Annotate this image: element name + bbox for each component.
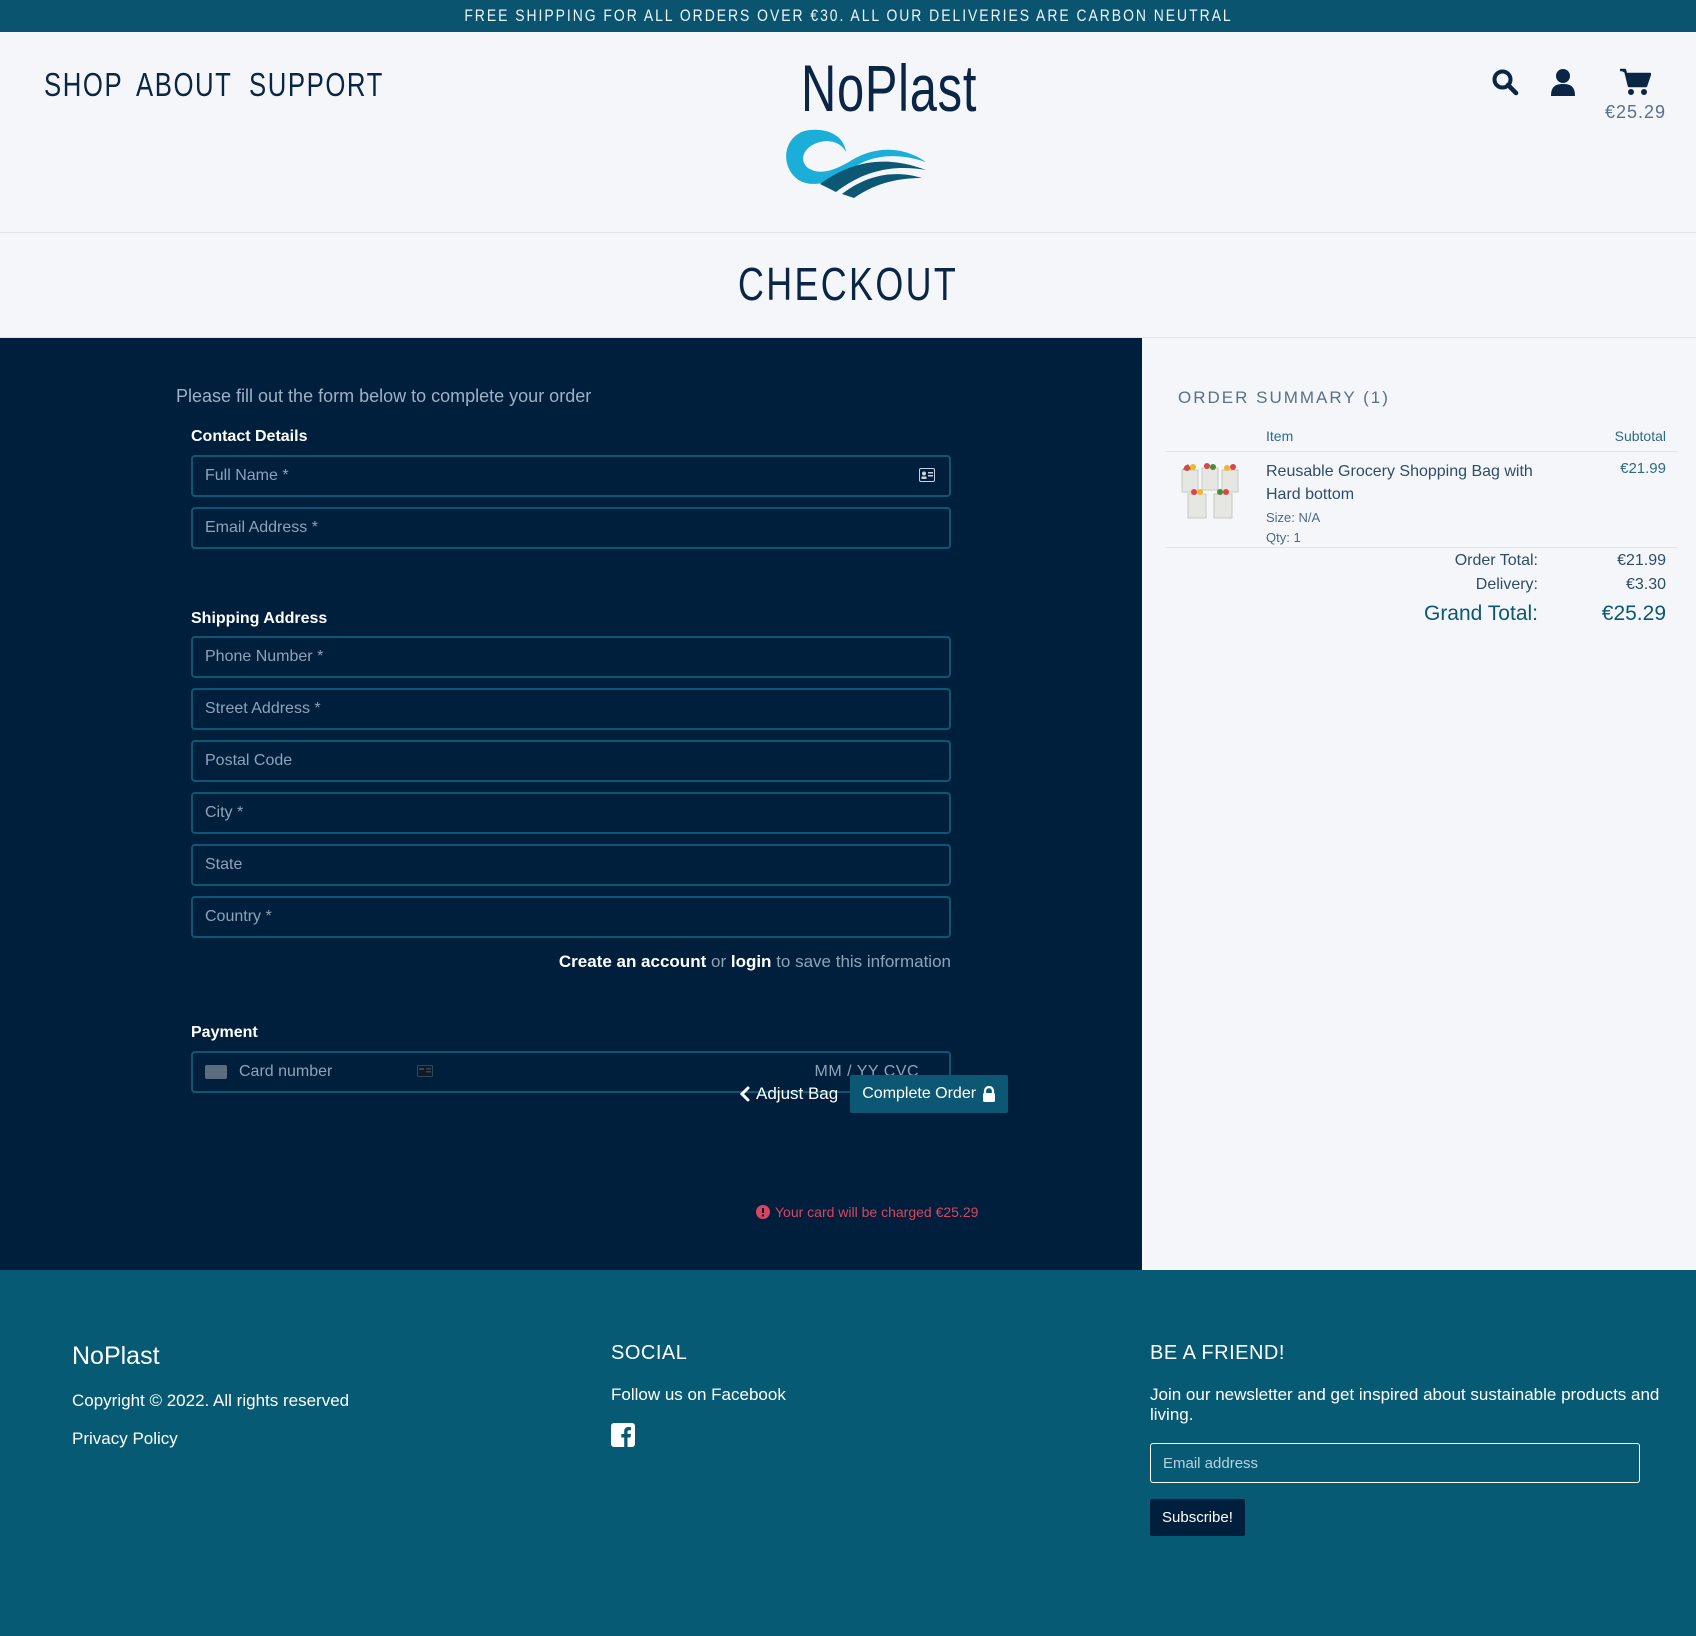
card-autofill-icon[interactable]: [417, 1065, 433, 1077]
site-logo[interactable]: NoPlast: [770, 50, 976, 198]
main-nav: SHOP ABOUT SUPPORT: [44, 66, 394, 104]
form-actions: Adjust Bag Complete Order: [740, 1075, 1009, 1113]
card-number[interactable]: Card number: [239, 1063, 332, 1081]
form-intro: Please fill out the form below to comple…: [176, 386, 592, 406]
nav-support[interactable]: SUPPORT: [249, 66, 384, 104]
complete-order-label: Complete Order: [862, 1085, 977, 1102]
shipping-address-label: Shipping Address: [191, 610, 328, 627]
item-size: Size: N/A: [1266, 510, 1321, 525]
product-thumbnail[interactable]: [1178, 456, 1242, 520]
header-icons: €25.29: [1489, 66, 1666, 123]
charge-note: Your card will be charged €25.29: [756, 1204, 978, 1220]
country-field[interactable]: [191, 896, 951, 938]
country-input[interactable]: [205, 908, 937, 926]
footer-social-title: SOCIAL: [611, 1342, 688, 1364]
phone-field[interactable]: [191, 636, 951, 678]
street-input[interactable]: [205, 700, 937, 718]
full-name-input[interactable]: [205, 467, 937, 485]
footer-copyright: Copyright © 2022. All rights reserved: [72, 1391, 350, 1410]
payment-label: Payment: [191, 1024, 258, 1041]
wave-logo-icon: [786, 129, 926, 198]
contact-details-label: Contact Details: [191, 428, 308, 445]
item-price: €21.99: [1620, 460, 1666, 477]
charge-note-text: Your card will be charged €25.29: [775, 1204, 979, 1220]
grand-total-row: Grand Total: €25.29: [1166, 602, 1678, 626]
order-summary-title: ORDER SUMMARY (1): [1178, 388, 1390, 407]
footer-social-text: Follow us on Facebook: [611, 1385, 786, 1404]
account-or: or: [710, 952, 727, 971]
adjust-bag-label: Adjust Bag: [756, 1084, 839, 1103]
order-total-row: Order Total: €21.99: [1166, 552, 1678, 576]
column-subtotal: Subtotal: [1614, 428, 1666, 444]
newsletter-email-input[interactable]: [1150, 1443, 1640, 1483]
cart-total: €25.29: [1604, 102, 1666, 122]
email-field[interactable]: [191, 507, 951, 549]
footer-newsletter-column: BE A FRIEND! Join our newsletter and get…: [1150, 1342, 1696, 1536]
delivery-value: €3.30: [1625, 576, 1666, 593]
postal-code-field[interactable]: [191, 740, 951, 782]
summary-header: Item Subtotal: [1166, 428, 1678, 452]
delivery-row: Delivery: €3.30: [1166, 576, 1678, 600]
create-account-link[interactable]: Create an account: [559, 952, 706, 971]
page-title: CHECKOUT: [737, 258, 959, 310]
column-item: Item: [1266, 428, 1294, 444]
lock-icon: [983, 1086, 996, 1102]
email-input[interactable]: [205, 519, 937, 537]
adjust-bag-button[interactable]: Adjust Bag: [740, 1084, 838, 1104]
card-icon: [205, 1065, 227, 1079]
delivery-label: Delivery:: [1475, 576, 1538, 593]
state-field[interactable]: [191, 844, 951, 886]
nav-shop[interactable]: SHOP: [44, 66, 123, 104]
state-input[interactable]: [205, 856, 937, 874]
contact-card-icon[interactable]: [919, 468, 935, 482]
order-total-value: €21.99: [1617, 552, 1666, 569]
city-field[interactable]: [191, 792, 951, 834]
grand-total-label: Grand Total:: [1423, 602, 1538, 625]
alert-circle-icon: [756, 1205, 770, 1219]
logo-text: NoPlast: [800, 51, 978, 125]
privacy-policy-link[interactable]: Privacy Policy: [72, 1429, 349, 1449]
item-name[interactable]: Reusable Grocery Shopping Bag with Hard …: [1266, 460, 1556, 506]
cart[interactable]: €25.29: [1605, 66, 1666, 123]
site-footer: NoPlast Copyright © 2022. All rights res…: [0, 1270, 1696, 1636]
complete-order-button[interactable]: Complete Order: [850, 1075, 1009, 1113]
nav-about[interactable]: ABOUT: [136, 66, 232, 104]
account-save-text: to save this information: [776, 952, 951, 971]
user-icon[interactable]: [1547, 66, 1579, 98]
page-title-bar: CHECKOUT: [0, 234, 1696, 338]
footer-newsletter-text: Join our newsletter and get inspired abo…: [1150, 1385, 1660, 1424]
login-link[interactable]: login: [731, 952, 772, 971]
facebook-icon[interactable]: [611, 1423, 635, 1447]
chevron-left-icon: [740, 1086, 750, 1102]
subscribe-button[interactable]: Subscribe!: [1150, 1499, 1245, 1536]
order-summary: ORDER SUMMARY (1) Item Subtotal Reusable…: [1142, 338, 1696, 1270]
promo-banner-text: FREE SHIPPING FOR ALL ORDERS OVER €30. A…: [463, 6, 1233, 25]
item-qty: Qty: 1: [1266, 530, 1301, 545]
footer-social-column: SOCIAL Follow us on Facebook: [611, 1342, 786, 1452]
street-field[interactable]: [191, 688, 951, 730]
footer-newsletter-title: BE A FRIEND!: [1150, 1342, 1285, 1364]
phone-input[interactable]: [205, 648, 937, 666]
cart-icon[interactable]: [1619, 66, 1652, 98]
summary-item-row: Reusable Grocery Shopping Bag with Hard …: [1166, 454, 1678, 548]
footer-brand: NoPlast: [72, 1342, 160, 1370]
site-header: SHOP ABOUT SUPPORT NoPlast €25.29: [0, 32, 1696, 233]
order-total-label: Order Total:: [1454, 552, 1538, 569]
checkout-form: Please fill out the form below to comple…: [0, 338, 1142, 1270]
promo-banner: FREE SHIPPING FOR ALL ORDERS OVER €30. A…: [0, 0, 1696, 32]
account-prompt: Create an account or login to save this …: [191, 952, 951, 972]
postal-code-input[interactable]: [205, 752, 937, 770]
city-input[interactable]: [205, 804, 937, 822]
full-name-field[interactable]: [191, 455, 951, 497]
footer-brand-column: NoPlast Copyright © 2022. All rights res…: [72, 1342, 349, 1449]
grand-total-value: €25.29: [1601, 602, 1666, 625]
search-icon[interactable]: [1489, 66, 1521, 98]
